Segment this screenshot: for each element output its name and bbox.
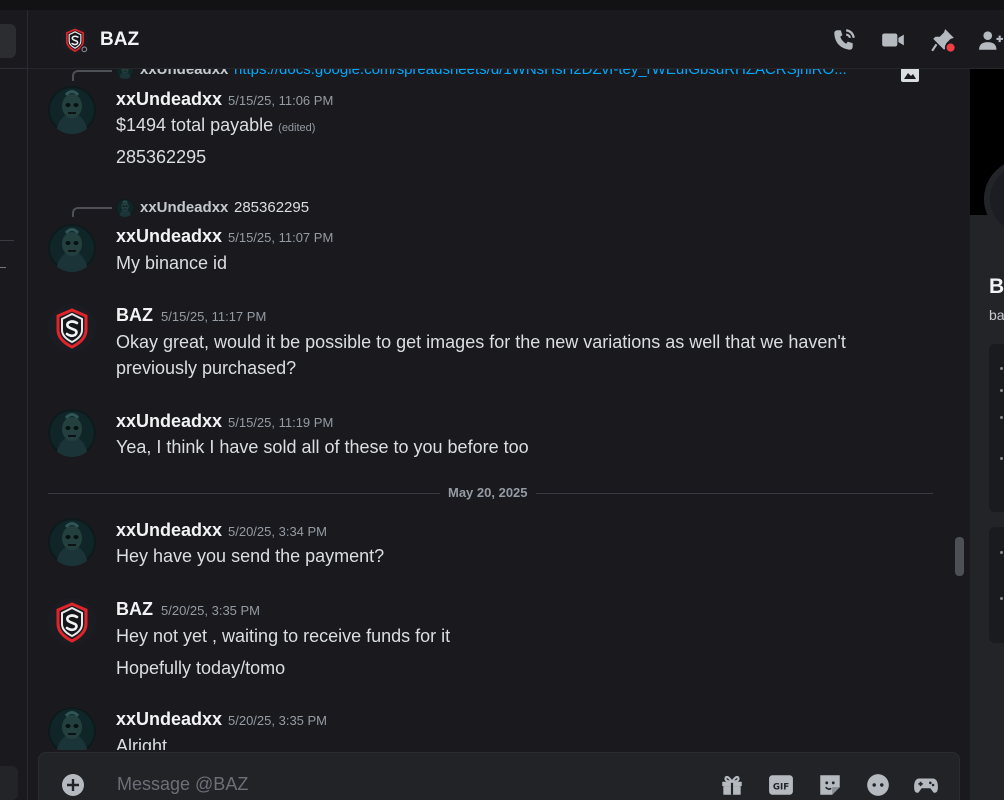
text-fragment: [1000, 389, 1003, 392]
phone-call-icon[interactable]: [831, 27, 857, 53]
gif-icon[interactable]: GIF: [768, 772, 794, 798]
reply-connector: [72, 207, 112, 217]
channel-sidebar-edge: [0, 10, 28, 800]
message-text: 285362295: [116, 147, 207, 167]
search-bar-edge[interactable]: [0, 24, 16, 58]
message-timestamp: 5/15/25, 11:17 PM: [161, 309, 267, 324]
svg-text:GIF: GIF: [773, 782, 789, 792]
message-timestamp: 5/20/25, 3:34 PM: [228, 524, 328, 539]
reply-link[interactable]: https://docs.google.com/spreadsheets/d/1…: [234, 69, 847, 78]
message-author[interactable]: xxUndeadxx: [116, 709, 222, 730]
message-timestamp: 5/15/25, 11:07 PM: [228, 230, 334, 245]
pin-icon[interactable]: [930, 27, 956, 53]
profile-name: B: [989, 275, 1004, 298]
message-input[interactable]: Message @BAZ: [117, 774, 248, 795]
profile-card: [989, 527, 1004, 643]
edited-label: (edited): [278, 122, 316, 134]
profile-panel: B ba: [970, 69, 1004, 800]
baz-avatar[interactable]: [48, 598, 96, 646]
message-author[interactable]: xxUndeadxx: [116, 520, 222, 541]
message-list[interactable]: xxUndeadxx https://docs.google.com/sprea…: [28, 69, 970, 750]
window-top-strip: [0, 0, 1004, 10]
add-attachment-icon[interactable]: [61, 773, 85, 797]
message-author[interactable]: xxUndeadxx: [116, 411, 222, 432]
user-panel-edge[interactable]: [0, 766, 18, 800]
message-text: Yea, I think I have sold all of these to…: [116, 437, 529, 457]
video-camera-icon[interactable]: [880, 27, 906, 53]
sidebar-divider: [0, 68, 28, 69]
message-text: Hey have you send the payment?: [116, 546, 385, 566]
baz-logo-icon[interactable]: [61, 26, 89, 54]
sticker-icon[interactable]: [817, 772, 843, 798]
reply-author[interactable]: xxUndeadxx: [140, 69, 228, 78]
reply-avatar: [116, 199, 134, 217]
text-fragment: [1000, 551, 1003, 554]
message-text: Okay great, would it be possible to get …: [116, 332, 846, 378]
message-text: Hopefully today/tomo: [116, 658, 286, 678]
text-fragment: [1000, 457, 1003, 460]
avatar[interactable]: [48, 707, 96, 750]
baz-avatar[interactable]: [48, 304, 96, 352]
message-author[interactable]: xxUndeadxx: [116, 89, 222, 110]
sidebar-divider: [0, 267, 6, 268]
gamepad-icon[interactable]: [913, 772, 939, 798]
avatar[interactable]: [48, 86, 96, 134]
gift-icon[interactable]: [719, 772, 745, 798]
message-text: Hey not yet , waiting to receive funds f…: [116, 626, 451, 646]
text-fragment: [1000, 416, 1003, 419]
message-timestamp: 5/15/25, 11:06 PM: [228, 93, 334, 108]
reply-avatar: [116, 69, 134, 79]
profile-username: ba: [989, 307, 1004, 323]
date-divider-label: May 20, 2025: [440, 485, 536, 500]
reply-connector: [72, 70, 112, 81]
message-author[interactable]: BAZ: [116, 599, 153, 620]
message-text: $1494 total payable (edited): [116, 112, 906, 141]
message-author[interactable]: xxUndeadxx: [116, 226, 222, 247]
reply-text[interactable]: 285362295: [234, 199, 309, 216]
scrollbar-thumb[interactable]: [955, 537, 964, 576]
add-friend-icon[interactable]: [978, 27, 1004, 53]
message-author[interactable]: BAZ: [116, 305, 153, 326]
message-timestamp: 5/20/25, 3:35 PM: [161, 603, 261, 618]
text-fragment: [1000, 367, 1003, 370]
emoji-icon[interactable]: [865, 772, 891, 798]
avatar[interactable]: [48, 224, 96, 272]
message-timestamp: 5/20/25, 3:35 PM: [228, 713, 328, 728]
sidebar-divider: [0, 240, 14, 241]
avatar[interactable]: [48, 409, 96, 457]
message-text: Alright: [116, 736, 168, 750]
chat-title[interactable]: BAZ: [100, 29, 139, 51]
avatar[interactable]: [48, 518, 96, 566]
attachment-icon: [901, 69, 919, 82]
message-timestamp: 5/15/25, 11:19 PM: [228, 415, 334, 430]
text-fragment: [1000, 597, 1003, 600]
reply-author[interactable]: xxUndeadxx: [140, 199, 228, 216]
message-line: $1494 total payable: [116, 115, 274, 135]
message-text: My binance id: [116, 253, 228, 273]
message-composer[interactable]: Message @BAZ GIF: [38, 752, 960, 800]
chat-header: BAZ: [28, 10, 1004, 69]
